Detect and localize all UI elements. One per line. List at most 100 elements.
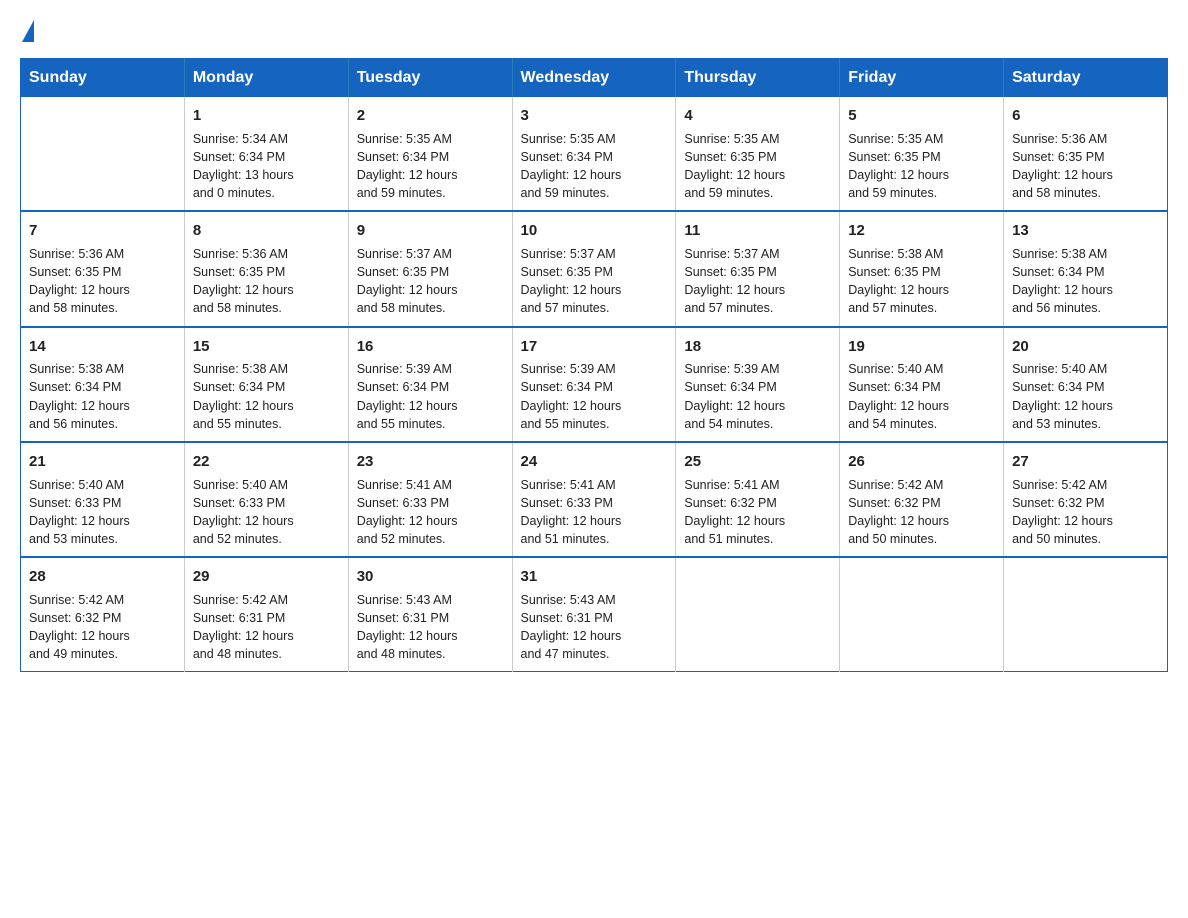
- day-number: 16: [357, 336, 504, 358]
- day-info: Sunrise: 5:42 AM Sunset: 6:31 PM Dayligh…: [193, 591, 340, 664]
- calendar-cell: [21, 97, 185, 211]
- day-info: Sunrise: 5:38 AM Sunset: 6:34 PM Dayligh…: [193, 360, 340, 433]
- calendar-cell: [676, 557, 840, 672]
- day-number: 25: [684, 451, 831, 473]
- day-info: Sunrise: 5:40 AM Sunset: 6:34 PM Dayligh…: [1012, 360, 1159, 433]
- day-info: Sunrise: 5:37 AM Sunset: 6:35 PM Dayligh…: [521, 245, 668, 318]
- day-number: 17: [521, 336, 668, 358]
- calendar-cell: 3Sunrise: 5:35 AM Sunset: 6:34 PM Daylig…: [512, 97, 676, 211]
- calendar-cell: 9Sunrise: 5:37 AM Sunset: 6:35 PM Daylig…: [348, 211, 512, 326]
- day-info: Sunrise: 5:40 AM Sunset: 6:33 PM Dayligh…: [193, 476, 340, 549]
- calendar-table: SundayMondayTuesdayWednesdayThursdayFrid…: [20, 58, 1168, 672]
- calendar-header-tuesday: Tuesday: [348, 59, 512, 98]
- day-number: 8: [193, 220, 340, 242]
- day-info: Sunrise: 5:38 AM Sunset: 6:35 PM Dayligh…: [848, 245, 995, 318]
- logo: [20, 20, 36, 42]
- day-number: 6: [1012, 105, 1159, 127]
- calendar-header-thursday: Thursday: [676, 59, 840, 98]
- calendar-cell: 15Sunrise: 5:38 AM Sunset: 6:34 PM Dayli…: [184, 327, 348, 442]
- day-info: Sunrise: 5:41 AM Sunset: 6:32 PM Dayligh…: [684, 476, 831, 549]
- calendar-cell: [840, 557, 1004, 672]
- day-info: Sunrise: 5:34 AM Sunset: 6:34 PM Dayligh…: [193, 130, 340, 203]
- day-info: Sunrise: 5:39 AM Sunset: 6:34 PM Dayligh…: [357, 360, 504, 433]
- day-number: 31: [521, 566, 668, 588]
- day-number: 30: [357, 566, 504, 588]
- calendar-cell: 24 Sunrise: 5:41 AM Sunset: 6:33 PM Dayli…: [512, 442, 676, 557]
- calendar-cell: [1004, 557, 1168, 672]
- day-number: 7: [29, 220, 176, 242]
- calendar-cell: 25 Sunrise: 5:41 AM Sunset: 6:32 PM Dayli…: [676, 442, 840, 557]
- calendar-header-monday: Monday: [184, 59, 348, 98]
- day-info: Sunrise: 5:38 AM Sunset: 6:34 PM Dayligh…: [1012, 245, 1159, 318]
- day-info: Sunrise: 5:40 AM Sunset: 6:34 PM Dayligh…: [848, 360, 995, 433]
- page-header: [20, 20, 1168, 42]
- calendar-cell: 28Sunrise: 5:42 AM Sunset: 6:32 PM Dayli…: [21, 557, 185, 672]
- calendar-cell: 23 Sunrise: 5:41 AM Sunset: 6:33 PM Dayli…: [348, 442, 512, 557]
- day-info: Sunrise: 5:36 AM Sunset: 6:35 PM Dayligh…: [193, 245, 340, 318]
- day-number: 21: [29, 451, 176, 473]
- calendar-cell: 13 Sunrise: 5:38 AM Sunset: 6:34 PM Dayli…: [1004, 211, 1168, 326]
- calendar-cell: 8 Sunrise: 5:36 AM Sunset: 6:35 PM Daylig…: [184, 211, 348, 326]
- calendar-header-sunday: Sunday: [21, 59, 185, 98]
- day-info: Sunrise: 5:39 AM Sunset: 6:34 PM Dayligh…: [684, 360, 831, 433]
- day-info: Sunrise: 5:41 AM Sunset: 6:33 PM Dayligh…: [521, 476, 668, 549]
- day-number: 1: [193, 105, 340, 127]
- day-number: 24: [521, 451, 668, 473]
- day-number: 15: [193, 336, 340, 358]
- calendar-week-row: 1 Sunrise: 5:34 AM Sunset: 6:34 PM Daylig…: [21, 97, 1168, 211]
- day-number: 19: [848, 336, 995, 358]
- day-info: Sunrise: 5:38 AM Sunset: 6:34 PM Dayligh…: [29, 360, 176, 433]
- day-number: 13: [1012, 220, 1159, 242]
- calendar-cell: 17Sunrise: 5:39 AM Sunset: 6:34 PM Dayli…: [512, 327, 676, 442]
- calendar-cell: 16Sunrise: 5:39 AM Sunset: 6:34 PM Dayli…: [348, 327, 512, 442]
- day-number: 29: [193, 566, 340, 588]
- day-info: Sunrise: 5:35 AM Sunset: 6:34 PM Dayligh…: [357, 130, 504, 203]
- calendar-cell: 20Sunrise: 5:40 AM Sunset: 6:34 PM Dayli…: [1004, 327, 1168, 442]
- calendar-header-friday: Friday: [840, 59, 1004, 98]
- calendar-cell: 27 Sunrise: 5:42 AM Sunset: 6:32 PM Dayli…: [1004, 442, 1168, 557]
- calendar-cell: 6 Sunrise: 5:36 AM Sunset: 6:35 PM Daylig…: [1004, 97, 1168, 211]
- day-info: Sunrise: 5:37 AM Sunset: 6:35 PM Dayligh…: [684, 245, 831, 318]
- calendar-week-row: 21 Sunrise: 5:40 AM Sunset: 6:33 PM Dayli…: [21, 442, 1168, 557]
- day-number: 23: [357, 451, 504, 473]
- day-info: Sunrise: 5:42 AM Sunset: 6:32 PM Dayligh…: [1012, 476, 1159, 549]
- calendar-cell: 22Sunrise: 5:40 AM Sunset: 6:33 PM Dayli…: [184, 442, 348, 557]
- calendar-header-saturday: Saturday: [1004, 59, 1168, 98]
- calendar-cell: 26Sunrise: 5:42 AM Sunset: 6:32 PM Dayli…: [840, 442, 1004, 557]
- calendar-cell: 29 Sunrise: 5:42 AM Sunset: 6:31 PM Dayli…: [184, 557, 348, 672]
- day-info: Sunrise: 5:36 AM Sunset: 6:35 PM Dayligh…: [1012, 130, 1159, 203]
- day-info: Sunrise: 5:40 AM Sunset: 6:33 PM Dayligh…: [29, 476, 176, 549]
- day-info: Sunrise: 5:36 AM Sunset: 6:35 PM Dayligh…: [29, 245, 176, 318]
- day-info: Sunrise: 5:41 AM Sunset: 6:33 PM Dayligh…: [357, 476, 504, 549]
- calendar-week-row: 14Sunrise: 5:38 AM Sunset: 6:34 PM Dayli…: [21, 327, 1168, 442]
- calendar-cell: 2 Sunrise: 5:35 AM Sunset: 6:34 PM Daylig…: [348, 97, 512, 211]
- day-info: Sunrise: 5:43 AM Sunset: 6:31 PM Dayligh…: [521, 591, 668, 664]
- day-number: 2: [357, 105, 504, 127]
- day-number: 18: [684, 336, 831, 358]
- day-number: 14: [29, 336, 176, 358]
- day-number: 4: [684, 105, 831, 127]
- day-number: 27: [1012, 451, 1159, 473]
- calendar-cell: 12Sunrise: 5:38 AM Sunset: 6:35 PM Dayli…: [840, 211, 1004, 326]
- day-number: 26: [848, 451, 995, 473]
- day-number: 11: [684, 220, 831, 242]
- calendar-cell: 19Sunrise: 5:40 AM Sunset: 6:34 PM Dayli…: [840, 327, 1004, 442]
- day-number: 20: [1012, 336, 1159, 358]
- calendar-cell: 31 Sunrise: 5:43 AM Sunset: 6:31 PM Dayli…: [512, 557, 676, 672]
- day-number: 28: [29, 566, 176, 588]
- logo-triangle-icon: [22, 20, 34, 42]
- calendar-cell: 5Sunrise: 5:35 AM Sunset: 6:35 PM Daylig…: [840, 97, 1004, 211]
- day-info: Sunrise: 5:37 AM Sunset: 6:35 PM Dayligh…: [357, 245, 504, 318]
- calendar-cell: 21 Sunrise: 5:40 AM Sunset: 6:33 PM Dayli…: [21, 442, 185, 557]
- calendar-cell: 14Sunrise: 5:38 AM Sunset: 6:34 PM Dayli…: [21, 327, 185, 442]
- calendar-header-row: SundayMondayTuesdayWednesdayThursdayFrid…: [21, 59, 1168, 98]
- calendar-week-row: 7 Sunrise: 5:36 AM Sunset: 6:35 PM Daylig…: [21, 211, 1168, 326]
- day-number: 3: [521, 105, 668, 127]
- calendar-cell: 10Sunrise: 5:37 AM Sunset: 6:35 PM Dayli…: [512, 211, 676, 326]
- calendar-week-row: 28Sunrise: 5:42 AM Sunset: 6:32 PM Dayli…: [21, 557, 1168, 672]
- calendar-cell: 11 Sunrise: 5:37 AM Sunset: 6:35 PM Dayli…: [676, 211, 840, 326]
- day-number: 5: [848, 105, 995, 127]
- calendar-header-wednesday: Wednesday: [512, 59, 676, 98]
- calendar-cell: 4Sunrise: 5:35 AM Sunset: 6:35 PM Daylig…: [676, 97, 840, 211]
- day-info: Sunrise: 5:39 AM Sunset: 6:34 PM Dayligh…: [521, 360, 668, 433]
